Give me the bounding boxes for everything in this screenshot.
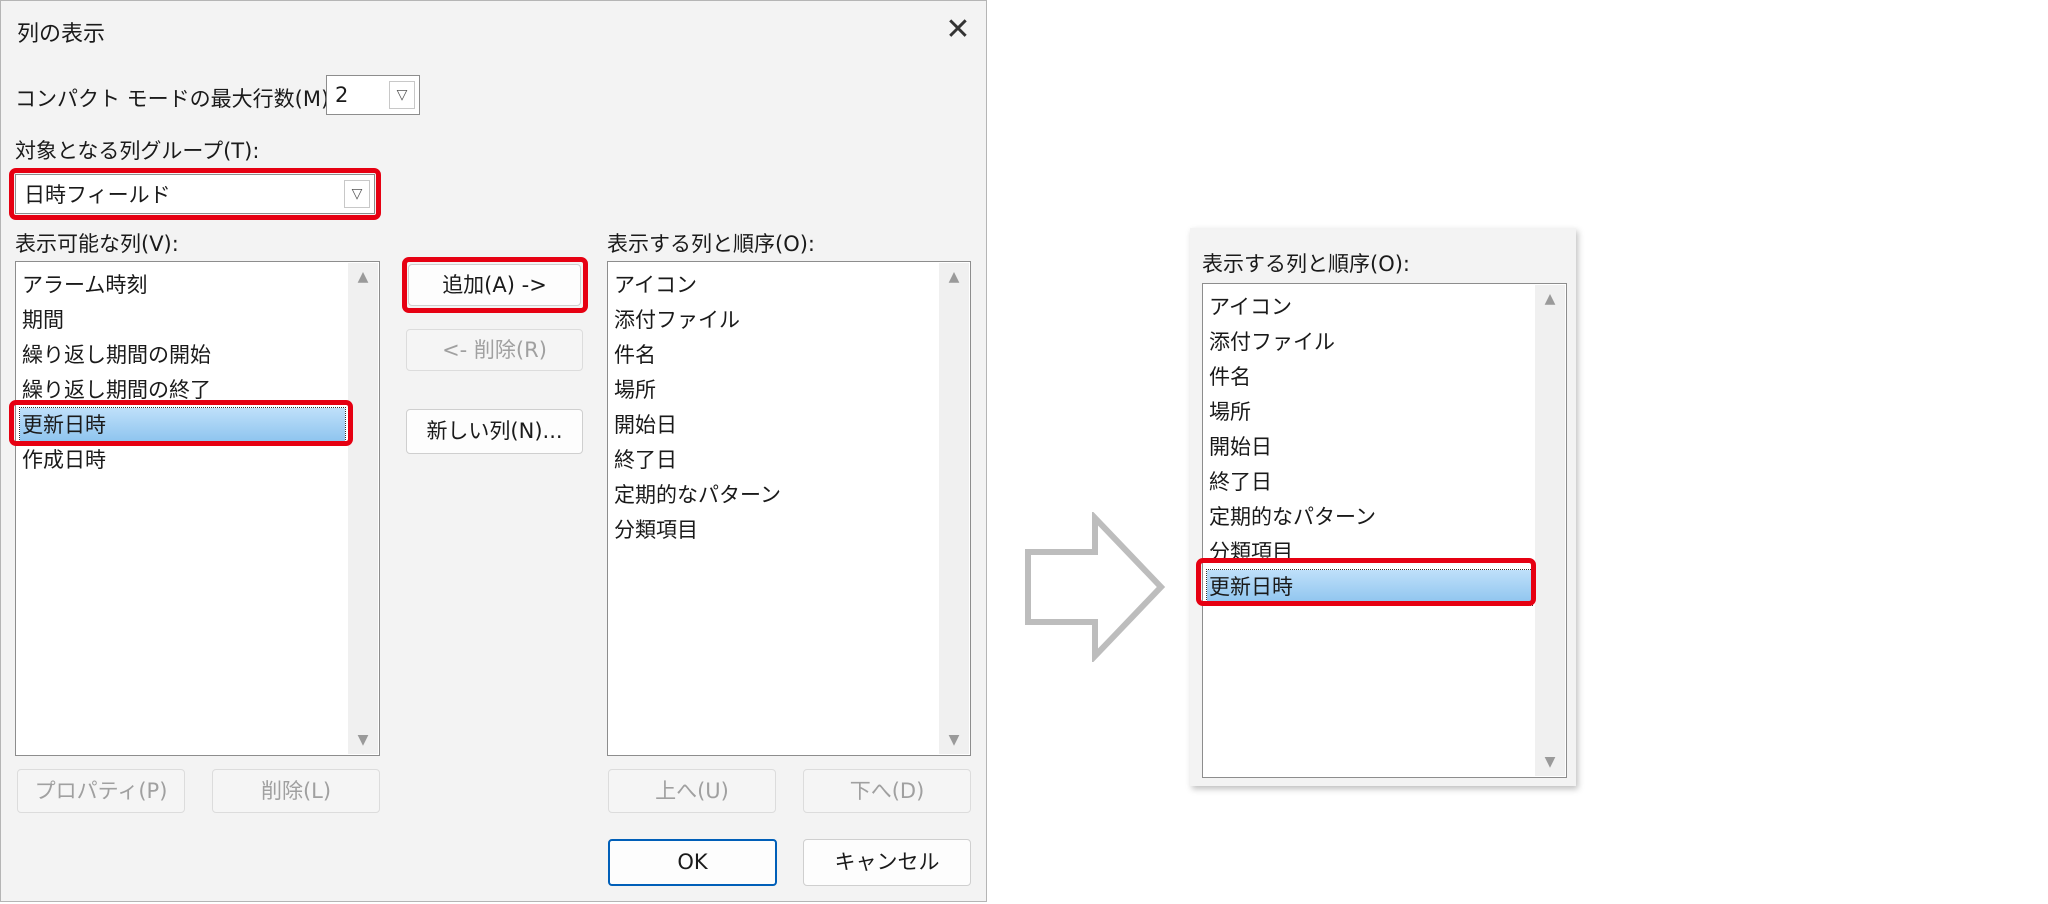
list-item[interactable]: 場所 bbox=[1207, 395, 1532, 430]
available-columns-label: 表示可能な列(V): bbox=[15, 232, 179, 256]
list-item[interactable]: 作成日時 bbox=[20, 443, 345, 478]
list-item[interactable]: 件名 bbox=[612, 338, 936, 373]
list-item[interactable]: 分類項目 bbox=[1207, 535, 1532, 570]
properties-button[interactable]: プロパティ(P) bbox=[17, 769, 185, 813]
scroll-up-icon[interactable]: ▲ bbox=[939, 269, 969, 285]
chevron-down-icon[interactable]: ▽ bbox=[344, 180, 370, 208]
list-item[interactable]: 期間 bbox=[20, 303, 345, 338]
right-arrow-outline-icon bbox=[1025, 512, 1166, 662]
cancel-button[interactable]: キャンセル bbox=[803, 839, 971, 886]
result-shown-list[interactable]: アイコン 添付ファイル 件名 場所 開始日 終了日 定期的なパターン 分類項目 更新日時 ▲ ▼ bbox=[1202, 283, 1567, 778]
list-item[interactable]: 更新日時 bbox=[19, 407, 346, 444]
add-button[interactable]: 追加(A) -> bbox=[408, 264, 581, 306]
move-up-button[interactable]: 上へ(U) bbox=[608, 769, 776, 813]
delete-button[interactable]: 削除(L) bbox=[212, 769, 380, 813]
list-item[interactable]: 終了日 bbox=[1207, 465, 1532, 500]
column-group-value: 日時フィールド bbox=[24, 183, 171, 207]
close-icon[interactable]: ✕ bbox=[941, 13, 975, 47]
result-shown-label: 表示する列と順序(O): bbox=[1202, 252, 1410, 276]
dialog-title: 列の表示 bbox=[17, 22, 106, 47]
scrollbar[interactable]: ▲ ▼ bbox=[348, 263, 378, 754]
scroll-down-icon[interactable]: ▼ bbox=[1535, 754, 1565, 770]
scroll-up-icon[interactable]: ▲ bbox=[1535, 291, 1565, 307]
list-item[interactable]: 繰り返し期間の終了 bbox=[20, 373, 345, 408]
result-panel: 表示する列と順序(O): アイコン 添付ファイル 件名 場所 開始日 終了日 定期的なパター… bbox=[1190, 228, 1576, 786]
column-group-select[interactable]: 日時フィールド ▽ bbox=[15, 174, 375, 214]
list-item[interactable]: 開始日 bbox=[1207, 430, 1532, 465]
list-item[interactable]: 場所 bbox=[612, 373, 936, 408]
list-item[interactable]: 件名 bbox=[1207, 360, 1532, 395]
list-item[interactable]: アイコン bbox=[1207, 290, 1532, 325]
column-display-dialog: 列の表示 ✕ コンパクト モードの最大行数(M): 2 ▽ 対象となる列グループ… bbox=[0, 0, 987, 902]
column-group-label: 対象となる列グループ(T): bbox=[15, 139, 260, 163]
scrollbar[interactable]: ▲ ▼ bbox=[1535, 285, 1565, 776]
list-item[interactable]: アラーム時刻 bbox=[20, 268, 345, 303]
list-item[interactable]: 繰り返し期間の開始 bbox=[20, 338, 345, 373]
available-columns-list[interactable]: アラーム時刻 期間 繰り返し期間の開始 繰り返し期間の終了 更新日時 作成日時 ▲ ▼ bbox=[15, 261, 380, 756]
list-item-added[interactable]: 更新日時 bbox=[1206, 569, 1533, 606]
compact-rows-value: 2 bbox=[335, 83, 349, 107]
list-item[interactable]: 開始日 bbox=[612, 408, 936, 443]
compact-rows-select[interactable]: 2 ▽ bbox=[326, 75, 420, 115]
scroll-down-icon[interactable]: ▼ bbox=[939, 732, 969, 748]
scroll-down-icon[interactable]: ▼ bbox=[348, 732, 378, 748]
list-item[interactable]: 分類項目 bbox=[612, 513, 936, 548]
chevron-down-icon[interactable]: ▽ bbox=[389, 81, 415, 109]
compact-rows-label: コンパクト モードの最大行数(M): bbox=[15, 87, 337, 111]
list-item[interactable]: 終了日 bbox=[612, 443, 936, 478]
shown-columns-label: 表示する列と順序(O): bbox=[607, 232, 815, 256]
list-item[interactable]: 定期的なパターン bbox=[612, 478, 936, 513]
list-item[interactable]: 添付ファイル bbox=[612, 303, 936, 338]
list-item[interactable]: 定期的なパターン bbox=[1207, 500, 1532, 535]
list-item[interactable]: 添付ファイル bbox=[1207, 325, 1532, 360]
shown-columns-list[interactable]: アイコン 添付ファイル 件名 場所 開始日 終了日 定期的なパターン 分類項目 ▲ ▼ bbox=[607, 261, 971, 756]
scroll-up-icon[interactable]: ▲ bbox=[348, 269, 378, 285]
ok-button[interactable]: OK bbox=[608, 839, 777, 886]
list-item[interactable]: アイコン bbox=[612, 268, 936, 303]
scrollbar[interactable]: ▲ ▼ bbox=[939, 263, 969, 754]
move-down-button[interactable]: 下へ(D) bbox=[803, 769, 971, 813]
new-column-button[interactable]: 新しい列(N)... bbox=[406, 409, 583, 454]
remove-button[interactable]: <- 削除(R) bbox=[406, 329, 583, 371]
